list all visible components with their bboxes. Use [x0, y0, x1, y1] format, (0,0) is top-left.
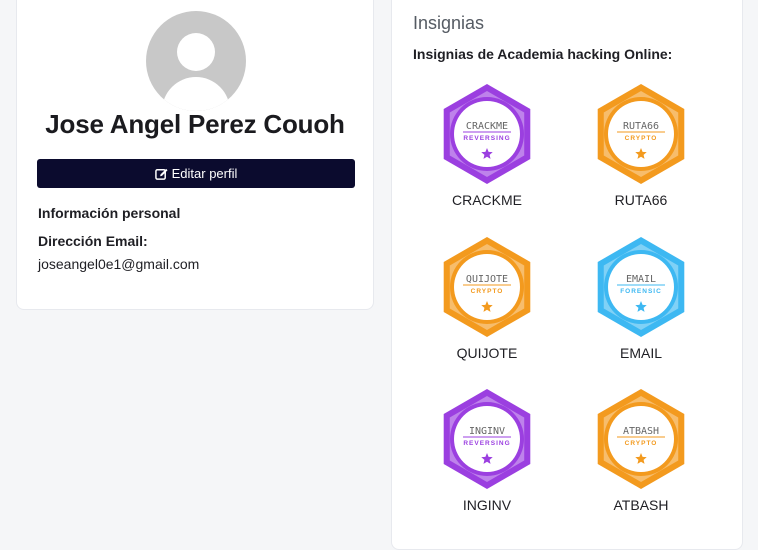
personal-info-heading: Información personal — [38, 205, 181, 221]
badge-emblem: RUTA66 CRYPTO — [597, 84, 685, 184]
badge-category: CRYPTO — [625, 440, 658, 447]
badge-crackme[interactable]: CRACKME REVERSING CRACKME — [417, 83, 557, 208]
badge-label: RUTA66 — [614, 192, 668, 208]
badge-emblem: CRACKME REVERSING — [443, 84, 531, 184]
badge-category: CRYPTO — [625, 135, 658, 142]
badge-atbash[interactable]: ATBASH CRYPTO ATBASH — [571, 388, 711, 513]
edit-profile-button[interactable]: Editar perfil — [37, 159, 355, 188]
badge-emblem-title: ATBASH — [623, 426, 659, 437]
avatar — [146, 11, 246, 111]
email-label: Dirección Email: — [38, 233, 148, 249]
profile-name: Jose Angel Perez Couoh — [45, 109, 345, 139]
badge-ruta66[interactable]: RUTA66 CRYPTO RUTA66 — [571, 83, 711, 208]
badge-emblem-title: RUTA66 — [623, 121, 659, 132]
email-value: joseangel0e1@gmail.com — [38, 256, 200, 272]
badge-label: INGINV — [462, 497, 512, 513]
badge-quijote[interactable]: QUIJOTE CRYPTO QUIJOTE — [417, 236, 557, 361]
badge-label: CRACKME — [451, 192, 522, 208]
badge-emblem-title: INGINV — [469, 426, 505, 437]
badge-category: REVERSING — [463, 440, 510, 447]
badge-category: FORENSIC — [620, 288, 662, 295]
badge-emblem: EMAIL FORENSIC — [597, 237, 685, 337]
badge-category: REVERSING — [463, 135, 510, 142]
badge-emblem-title: QUIJOTE — [466, 274, 508, 285]
badge-emblem: QUIJOTE CRYPTO — [443, 237, 531, 337]
badge-label: QUIJOTE — [456, 345, 518, 361]
badge-category: CRYPTO — [471, 288, 504, 295]
badge-emblem-title: EMAIL — [626, 274, 656, 285]
badge-label: EMAIL — [619, 345, 662, 361]
badge-inginv[interactable]: INGINV REVERSING INGINV — [417, 388, 557, 513]
badge-label: ATBASH — [613, 497, 669, 513]
badge-emblem-title: CRACKME — [466, 121, 508, 132]
badge-emblem: ATBASH CRYPTO — [597, 389, 685, 489]
edit-profile-label: Editar perfil — [171, 166, 238, 181]
edit-icon — [154, 167, 168, 180]
profile-card: Jose Angel Perez Couoh Editar perfil Inf… — [16, 0, 374, 310]
badge-email[interactable]: EMAIL FORENSIC EMAIL — [571, 236, 711, 361]
badges-title: Insignias — [413, 13, 485, 33]
badges-subtitle: Insignias de Academia hacking Online: — [413, 46, 673, 62]
badges-card: Insignias Insignias de Academia hacking … — [391, 0, 743, 550]
badge-emblem: INGINV REVERSING — [443, 389, 531, 489]
